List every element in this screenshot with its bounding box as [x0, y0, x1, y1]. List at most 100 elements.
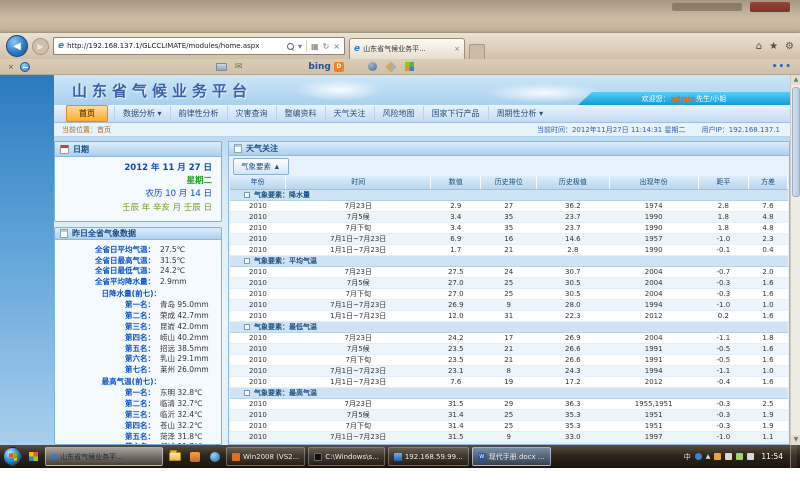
nav-item-灾害查询[interactable]: 灾害查询 — [227, 106, 276, 121]
nav-item-国家下行产品[interactable]: 国家下行产品 — [423, 106, 488, 121]
forward-button[interactable]: ▶ — [32, 38, 49, 55]
date-panel-title: 日期 — [73, 144, 89, 155]
tray-expand-icon[interactable]: ▲ — [706, 453, 711, 460]
back-button[interactable]: ◀ — [6, 35, 28, 57]
table-cell: 2010 — [230, 398, 286, 409]
browser-tab[interactable]: e 山东省气候业务平... × — [349, 38, 465, 59]
group-checkbox-icon[interactable] — [244, 324, 250, 330]
table-cell: 4.8 — [748, 222, 787, 233]
scroll-up-icon[interactable]: ▲ — [791, 75, 800, 85]
rank-value: 莱州 26.0mm — [155, 365, 209, 376]
table-cell: 17 — [481, 332, 537, 343]
group-checkbox-icon[interactable] — [244, 258, 250, 264]
column-header[interactable]: 距平 — [698, 176, 748, 189]
taskbar-window-button[interactable]: C:\Windows\s... — [308, 447, 385, 466]
pinned-app-icon[interactable] — [25, 447, 42, 466]
mail-icon[interactable]: ✉ — [235, 62, 243, 72]
tab-title[interactable]: 山东省气候业务平... — [363, 44, 451, 54]
nav-item-周期性分析 ▾[interactable]: 周期性分析 ▾ — [488, 106, 552, 121]
taskbar-clock[interactable]: 11:54 — [761, 452, 783, 461]
ime-indicator[interactable]: 中 — [684, 452, 691, 462]
table-cell: -0.1 — [698, 244, 748, 255]
column-header[interactable]: 出现年份 — [609, 176, 698, 189]
table-row: 20107月5候23.52126.61991-0.51.6 — [230, 343, 788, 354]
stat-label: 全省平均降水量： — [59, 277, 155, 288]
orange-app-taskbar-icon[interactable] — [186, 447, 203, 466]
table-cell: 33.0 — [537, 431, 609, 442]
nav-item-天气关注[interactable]: 天气关注 — [325, 106, 374, 121]
new-tab-button[interactable] — [469, 44, 485, 59]
taskbar-window-button[interactable]: Win2008 (VS2... — [226, 447, 305, 466]
card-icon[interactable] — [216, 63, 227, 71]
start-button[interactable] — [3, 447, 22, 466]
blue-app-taskbar-icon[interactable] — [206, 447, 223, 466]
messenger-icon[interactable] — [368, 62, 377, 71]
overflow-menu-icon[interactable]: ••• — [772, 62, 792, 72]
table-group-row[interactable]: 气象要素：降水量 — [230, 189, 788, 200]
table-group-row[interactable]: 气象要素：平均气温 — [230, 255, 788, 266]
table-group-row[interactable]: 气象要素：最高气温 — [230, 387, 788, 398]
table-cell: 6.9 — [431, 233, 481, 244]
table-row: 20101月1日~7月23日12.03122.320120.21.6 — [230, 310, 788, 321]
column-header[interactable]: 方差 — [748, 176, 787, 189]
table-cell: 2.5 — [748, 398, 787, 409]
element-filter-button[interactable]: 气象要素 ▲ — [233, 158, 289, 175]
nav-item-整编资料[interactable]: 整编资料 — [276, 106, 325, 121]
url-text[interactable]: http://192.168.137.1/GLCCLIMATE/modules/… — [67, 42, 259, 50]
column-header[interactable]: 历史极值 — [537, 176, 609, 189]
nav-item-风险地图[interactable]: 风险地图 — [374, 106, 423, 121]
column-header[interactable]: 历史排位 — [481, 176, 537, 189]
rank-item: 第二名：临清 32.7℃ — [59, 399, 217, 410]
tab-close-icon[interactable]: × — [454, 45, 460, 53]
refresh-icon[interactable]: ↻ — [323, 42, 330, 51]
taskbar-window-button[interactable]: 192.168.59.99... — [388, 447, 469, 466]
table-cell: 26.6 — [537, 354, 609, 365]
address-bar[interactable]: e http://192.168.137.1/GLCCLIMATE/module… — [53, 37, 345, 55]
tray-download-icon[interactable] — [714, 453, 721, 460]
panel-icon — [234, 144, 242, 153]
scroll-down-icon[interactable]: ▼ — [791, 435, 800, 445]
table-cell: -1.1 — [698, 332, 748, 343]
tray-volume-icon[interactable] — [747, 453, 754, 460]
favorites-star-icon[interactable]: ★ — [769, 41, 778, 52]
table-row: 20107月1日~7月23日6.91614.61957-1.02.3 — [230, 233, 788, 244]
tray-network-icon[interactable] — [736, 453, 743, 460]
table-cell: 1.6 — [748, 354, 787, 365]
breadcrumb: 当前位置：首页 — [62, 125, 111, 135]
search-icon[interactable] — [287, 43, 294, 50]
nav-item-韵律性分析[interactable]: 韵律性分析 — [170, 106, 227, 121]
table-cell: 7月23日 — [286, 266, 431, 277]
sparkle-icon[interactable] — [385, 61, 396, 72]
back-icon: ◀ — [13, 41, 21, 52]
ganzhi-date: 壬辰 年 辛亥 月 壬辰 日 — [60, 202, 212, 215]
table-cell: 31 — [481, 310, 537, 321]
bing-logo[interactable]: bing D — [308, 62, 343, 72]
tray-flag-icon[interactable] — [725, 453, 732, 460]
show-desktop-button[interactable] — [790, 445, 797, 468]
main-panel: 天气关注 气象要素 ▲ 年份时间数值历史排位历史极值出现年份距平方差 气象要素：… — [228, 141, 790, 445]
group-checkbox-icon[interactable] — [244, 390, 250, 396]
compatibility-view-icon[interactable]: ▦ — [311, 42, 319, 51]
vertical-scrollbar[interactable]: ▲ ▼ — [790, 75, 800, 445]
column-header[interactable]: 时间 — [286, 176, 431, 189]
explorer-icon[interactable] — [166, 447, 183, 466]
group-checkbox-icon[interactable] — [244, 192, 250, 198]
tray-network-app-icon[interactable] — [695, 453, 702, 460]
column-header[interactable]: 数值 — [431, 176, 481, 189]
close-toolbar-icon[interactable]: × — [8, 63, 14, 71]
column-header[interactable]: 年份 — [230, 176, 286, 189]
clouds-decoration — [294, 79, 384, 101]
settings-gear-icon[interactable]: ⚙ — [785, 41, 794, 52]
stop-icon[interactable]: × — [333, 42, 340, 51]
apps-icon[interactable] — [405, 62, 414, 71]
nav-item-首页[interactable]: 首页 — [66, 105, 108, 122]
scrollbar-thumb[interactable] — [792, 87, 800, 197]
taskbar-window-button[interactable]: W现代手册.docx ... — [472, 447, 551, 466]
table-group-row[interactable]: 气象要素：最低气温 — [230, 321, 788, 332]
taskbar-ie-window-button[interactable]: e 山东省气候业务平... — [45, 447, 163, 466]
nav-item-数据分析 ▾[interactable]: 数据分析 ▾ — [114, 106, 170, 121]
home-icon[interactable]: ⌂ — [756, 41, 762, 52]
addon-logo-icon[interactable] — [20, 62, 30, 72]
search-dropdown-icon[interactable]: ▾ — [298, 42, 302, 51]
orange-app-icon[interactable]: D — [334, 62, 344, 72]
